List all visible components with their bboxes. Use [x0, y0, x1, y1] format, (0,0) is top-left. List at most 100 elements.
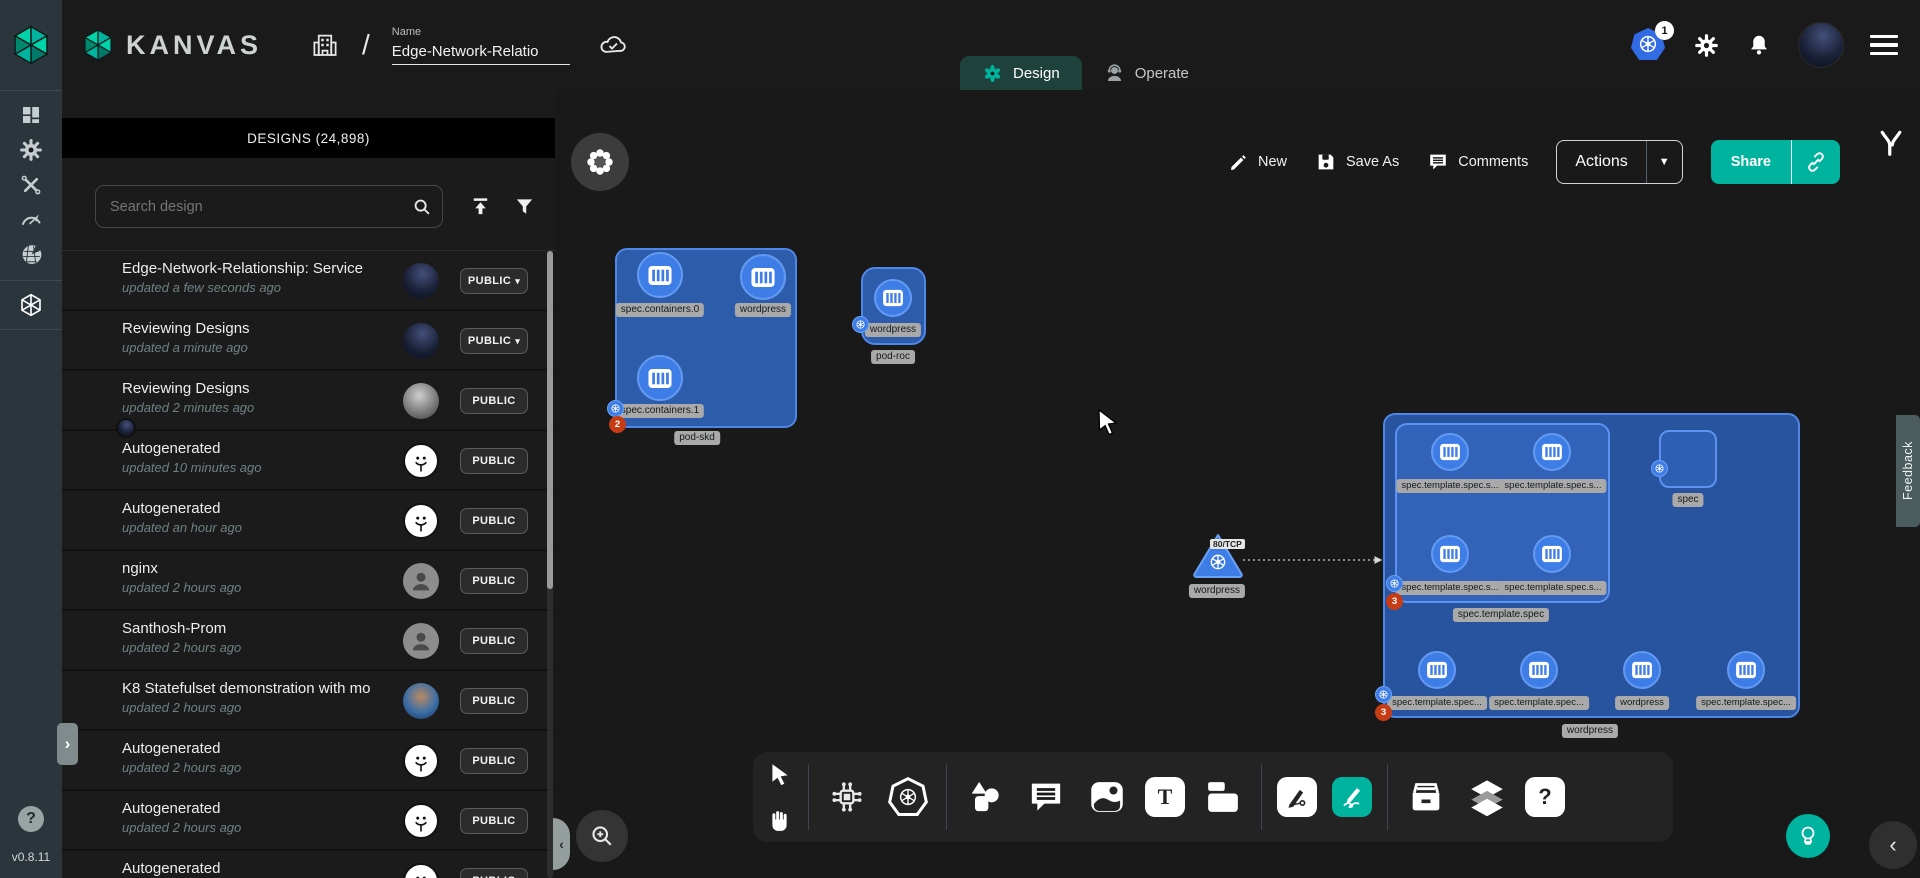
node-container[interactable]	[874, 279, 912, 317]
nav-lifecycle[interactable]	[0, 132, 62, 167]
pen-tool[interactable]	[1277, 777, 1317, 817]
expand-nav-handle[interactable]: ›	[57, 723, 78, 765]
annotation-comment-tool[interactable]	[1023, 764, 1069, 830]
nav-extensions[interactable]	[0, 237, 62, 272]
tab-operate[interactable]: Operate	[1082, 56, 1211, 90]
node-container[interactable]	[1727, 651, 1765, 689]
design-owner-avatar	[403, 503, 439, 539]
design-list-item[interactable]: Autogenerated updated 2 hours ago PUBLIC…	[62, 731, 555, 791]
feedback-tab[interactable]: Feedback	[1896, 415, 1920, 527]
nav-kanvas[interactable]	[0, 281, 62, 329]
visibility-badge[interactable]: PUBLIC ▾	[460, 268, 528, 294]
menu-hamburger-icon[interactable]	[1870, 35, 1898, 56]
edge-service-to-deployment[interactable]	[1241, 552, 1391, 568]
node-spec[interactable]	[1659, 430, 1717, 488]
rail-footer: ? v0.8.11	[0, 806, 62, 864]
node-container[interactable]	[1520, 651, 1558, 689]
tour-balloon-button[interactable]	[1786, 814, 1830, 858]
design-list-item[interactable]: Reviewing Designs updated 2 minutes ago …	[62, 371, 555, 431]
node-container[interactable]	[1431, 433, 1469, 471]
settings-gear-icon[interactable]	[1693, 32, 1720, 59]
node-container[interactable]	[637, 355, 683, 401]
design-list-item[interactable]: Autogenerated updated 2 hours ago PUBLIC…	[62, 791, 555, 851]
save-as-button[interactable]: Save As	[1315, 151, 1399, 173]
visibility-badge[interactable]: PUBLIC ▾	[460, 448, 528, 474]
zoom-in-button[interactable]	[576, 810, 628, 862]
node-template-spec[interactable]	[1395, 423, 1610, 603]
import-design-icon[interactable]	[460, 185, 500, 228]
sidebar-logo[interactable]	[0, 0, 62, 90]
design-list-item[interactable]: nginx updated 2 hours ago PUBLIC ▾	[62, 551, 555, 611]
kubernetes-context-button[interactable]: 1	[1631, 28, 1667, 62]
text-tool[interactable]: T	[1145, 777, 1185, 817]
designs-scrollbar-thumb[interactable]	[547, 251, 553, 589]
breadcrumb-separator: /	[362, 29, 370, 61]
node-container[interactable]	[1533, 535, 1571, 573]
filter-icon[interactable]	[504, 185, 544, 228]
visibility-badge[interactable]: PUBLIC ▾	[460, 628, 528, 654]
node-container[interactable]	[637, 252, 683, 298]
layers-tool[interactable]	[1464, 764, 1510, 830]
design-name-input[interactable]	[392, 41, 570, 65]
search-icon[interactable]	[402, 185, 442, 228]
design-list-item[interactable]: Autogenerated updated 2 hours ago PUBLIC…	[62, 851, 555, 878]
visibility-badge[interactable]: PUBLIC ▾	[460, 328, 528, 354]
visibility-badge[interactable]: PUBLIC ▾	[460, 808, 528, 834]
share-button[interactable]: Share	[1711, 140, 1840, 184]
design-owner-avatar	[403, 383, 439, 419]
notifications-bell-icon[interactable]	[1746, 32, 1772, 58]
visibility-badge[interactable]: PUBLIC ▾	[460, 688, 528, 714]
image-tool[interactable]	[1084, 764, 1130, 830]
node-container[interactable]	[1418, 651, 1456, 689]
visibility-badge[interactable]: PUBLIC ▾	[460, 508, 528, 534]
copy-link-icon[interactable]	[1791, 140, 1840, 184]
nav-dashboard[interactable]	[0, 97, 62, 132]
node-container[interactable]	[1533, 433, 1571, 471]
new-button[interactable]: New	[1228, 152, 1287, 173]
visibility-badge-label: PUBLIC	[468, 335, 511, 347]
canvas-context-button[interactable]	[571, 133, 629, 191]
chevron-left-button[interactable]: ‹	[1869, 821, 1917, 869]
design-name-label: Name	[392, 26, 570, 38]
organization-icon[interactable]	[310, 30, 340, 60]
visibility-badge[interactable]: PUBLIC ▾	[460, 388, 528, 414]
select-cursor-icon[interactable]	[767, 761, 793, 787]
visibility-badge[interactable]: PUBLIC ▾	[460, 748, 528, 774]
help-tool[interactable]: ?	[1525, 777, 1565, 817]
container-label: spec.template.spec.s...	[1499, 581, 1606, 595]
help-icon[interactable]: ?	[18, 806, 44, 832]
components-tool[interactable]	[824, 764, 870, 830]
drawer-tool[interactable]	[1403, 764, 1449, 830]
kanvas-brand[interactable]: KANVAS	[80, 0, 262, 90]
design-list-item[interactable]: Autogenerated updated 10 minutes ago PUB…	[62, 431, 555, 491]
node-container[interactable]	[1431, 535, 1469, 573]
user-avatar[interactable]	[1798, 22, 1844, 68]
versions-branch-icon[interactable]	[1876, 126, 1906, 165]
design-list-item[interactable]: Reviewing Designs updated a minute ago P…	[62, 311, 555, 371]
node-container[interactable]	[740, 254, 786, 300]
visibility-badge[interactable]: PUBLIC ▾	[460, 568, 528, 594]
shapes-tool[interactable]	[962, 764, 1008, 830]
nav-configuration[interactable]	[0, 167, 62, 202]
design-list-item[interactable]: K8 Statefulset demonstration with mo upd…	[62, 671, 555, 731]
design-list-item[interactable]: Santhosh-Prom updated 2 hours ago PUBLIC…	[62, 611, 555, 671]
design-canvas[interactable]: New Save As Comments Actions ▼ Share	[555, 90, 1920, 878]
kubernetes-tool[interactable]	[885, 764, 931, 830]
comments-button[interactable]: Comments	[1427, 151, 1528, 173]
error-count-badge[interactable]: 3	[1386, 593, 1403, 610]
design-updated-text: updated a few seconds ago	[122, 280, 281, 295]
freehand-draw-tool[interactable]	[1332, 777, 1372, 817]
error-count-badge[interactable]: 2	[609, 416, 626, 433]
visibility-badge[interactable]: PUBLIC ▾	[460, 868, 528, 878]
tab-design[interactable]: Design	[960, 56, 1082, 90]
frame-tool[interactable]	[1200, 764, 1246, 830]
design-list-item[interactable]: Edge-Network-Relationship: Service updat…	[62, 251, 555, 311]
design-list-item[interactable]: Autogenerated updated an hour ago PUBLIC…	[62, 491, 555, 551]
error-count-badge[interactable]: 3	[1375, 704, 1392, 721]
pan-hand-icon[interactable]	[767, 808, 792, 833]
actions-dropdown-button[interactable]: Actions ▼	[1556, 140, 1682, 184]
node-container[interactable]	[1623, 651, 1661, 689]
actions-caret-icon[interactable]: ▼	[1646, 141, 1682, 183]
design-search-input[interactable]	[96, 199, 402, 215]
nav-performance[interactable]	[0, 202, 62, 237]
